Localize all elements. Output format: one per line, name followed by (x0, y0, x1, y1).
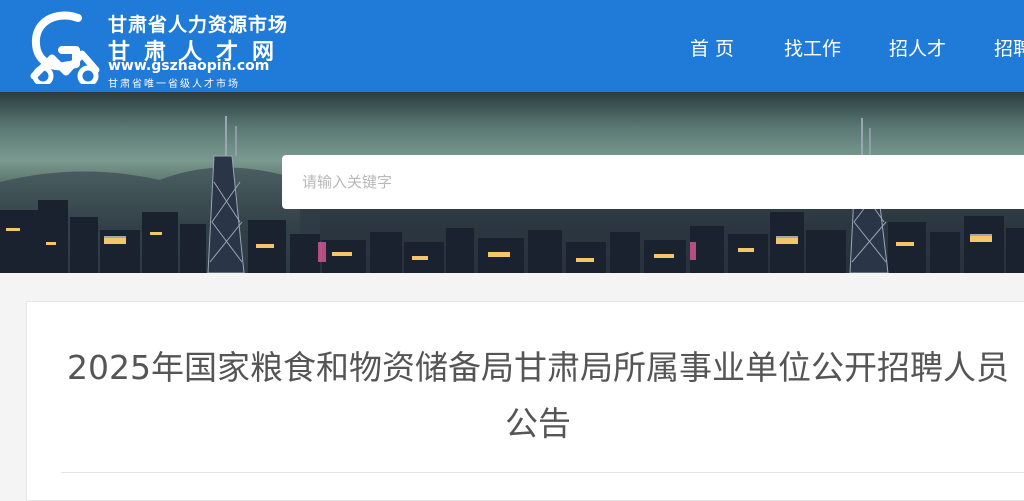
logo-url: www.gszhaopin.com (108, 58, 270, 74)
title-divider (61, 472, 1024, 473)
search-input[interactable] (282, 155, 1024, 209)
logo-market-name: 甘肃省人力资源市场 (108, 14, 289, 36)
article-title: 2025年国家粮食和物资储备局甘肃局所属事业单位公开招聘人员公告 (67, 348, 1009, 443)
logo-mark-icon (30, 11, 100, 84)
nav-item-recruitment[interactable]: 招聘 (994, 34, 1024, 61)
site-logo[interactable]: 甘肃省人力资源市场 甘肃人才网 www.gszhaopin.com 甘肃省唯一省… (26, 6, 296, 90)
nav-item-find-job[interactable]: 找工作 (784, 34, 841, 61)
nav-item-home[interactable]: 首 页 (690, 34, 734, 61)
logo-slogan: 甘肃省唯一省级人才市场 (108, 79, 240, 90)
article-card: 2025年国家粮食和物资储备局甘肃局所属事业单位公开招聘人员公告 (26, 301, 1024, 501)
site-header: 甘肃省人力资源市场 甘肃人才网 www.gszhaopin.com 甘肃省唯一省… (0, 0, 1024, 92)
nav-item-recruit-talent[interactable]: 招人才 (889, 34, 946, 61)
